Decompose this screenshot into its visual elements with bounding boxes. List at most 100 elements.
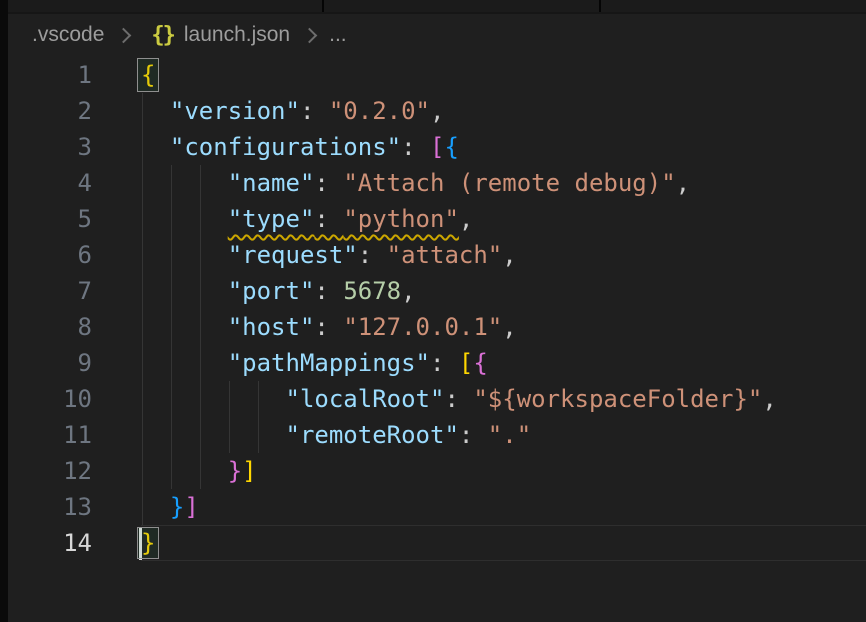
- line-content[interactable]: }]: [141, 489, 866, 525]
- line-number[interactable]: 14: [8, 525, 92, 561]
- line-number[interactable]: 12: [8, 453, 92, 489]
- line-number[interactable]: 9: [8, 345, 92, 381]
- line-content[interactable]: "type": "python",: [141, 201, 866, 237]
- line-content[interactable]: }]: [141, 453, 866, 489]
- line-content[interactable]: "localRoot": "${workspaceFolder}",: [141, 381, 866, 417]
- code-line-12[interactable]: 12 }]: [8, 453, 866, 489]
- code-token: ,: [459, 205, 473, 233]
- code-token: "port": [228, 277, 315, 305]
- code-token: [141, 349, 228, 377]
- json-file-icon[interactable]: {}: [151, 23, 174, 48]
- tab-separator: [322, 0, 324, 12]
- line-number[interactable]: 11: [8, 417, 92, 453]
- tab-strip[interactable]: [8, 0, 866, 14]
- breadcrumb-symbol-ellipsis[interactable]: ...: [329, 23, 347, 47]
- code-token: ,: [676, 169, 690, 197]
- code-token: :: [300, 97, 329, 125]
- code-line-2[interactable]: 2 "version": "0.2.0",: [8, 93, 866, 129]
- line-number[interactable]: 3: [8, 129, 92, 165]
- code-line-5[interactable]: 5 "type": "python",: [8, 201, 866, 237]
- code-token: [141, 97, 170, 125]
- line-number[interactable]: 5: [8, 201, 92, 237]
- code-token: [141, 385, 286, 413]
- code-token: "python": [343, 205, 459, 233]
- line-content[interactable]: "remoteRoot": ".": [141, 417, 866, 453]
- code-token: [141, 241, 228, 269]
- line-content[interactable]: "request": "attach",: [141, 237, 866, 273]
- code-token: "host": [228, 313, 315, 341]
- code-token: [: [430, 133, 444, 161]
- code-token: "type": [228, 205, 315, 233]
- code-token: [141, 169, 228, 197]
- code-token: "remoteRoot": [286, 421, 459, 449]
- line-content[interactable]: "host": "127.0.0.1",: [141, 309, 866, 345]
- code-token: [141, 277, 228, 305]
- code-token: ".": [488, 421, 531, 449]
- tab-separator: [599, 0, 601, 12]
- code-token: "127.0.0.1": [343, 313, 502, 341]
- code-token: :: [314, 169, 343, 197]
- code-token: }: [170, 493, 184, 521]
- line-number[interactable]: 8: [8, 309, 92, 345]
- code-token: [141, 205, 228, 233]
- code-line-3[interactable]: 3 "configurations": [{: [8, 129, 866, 165]
- code-line-13[interactable]: 13 }]: [8, 489, 866, 525]
- code-token: "configurations": [170, 133, 401, 161]
- code-token: "0.2.0": [329, 97, 430, 125]
- code-token: [141, 457, 228, 485]
- code-token: :: [314, 205, 343, 233]
- code-token: "request": [228, 241, 358, 269]
- code-line-11[interactable]: 11 "remoteRoot": ".": [8, 417, 866, 453]
- line-number[interactable]: 7: [8, 273, 92, 309]
- code-token: {: [473, 349, 487, 377]
- line-content[interactable]: "version": "0.2.0",: [141, 93, 866, 129]
- code-token: ,: [430, 97, 444, 125]
- code-token: "name": [228, 169, 315, 197]
- line-content[interactable]: "pathMappings": [{: [141, 345, 866, 381]
- line-number[interactable]: 1: [8, 57, 92, 93]
- code-token: [141, 313, 228, 341]
- code-token: {: [444, 133, 458, 161]
- breadcrumb-file[interactable]: launch.json: [184, 23, 290, 47]
- code-token: "version": [170, 97, 300, 125]
- code-token: ,: [502, 241, 516, 269]
- chevron-right-icon: [116, 27, 132, 43]
- code-token: "attach": [387, 241, 503, 269]
- code-line-4[interactable]: 4 "name": "Attach (remote debug)",: [8, 165, 866, 201]
- code-token: :: [314, 313, 343, 341]
- code-line-8[interactable]: 8 "host": "127.0.0.1",: [8, 309, 866, 345]
- code-token: ]: [184, 493, 198, 521]
- breadcrumb: .vscode {} launch.json...: [8, 16, 866, 54]
- line-content[interactable]: }: [141, 525, 866, 561]
- code-token: ]: [242, 457, 256, 485]
- code-token: "Attach (remote debug)": [343, 169, 675, 197]
- breadcrumb-folder[interactable]: .vscode: [32, 23, 104, 47]
- code-line-9[interactable]: 9 "pathMappings": [{: [8, 345, 866, 381]
- code-token: [141, 493, 170, 521]
- line-number[interactable]: 6: [8, 237, 92, 273]
- code-token: :: [430, 349, 459, 377]
- code-token: :: [444, 385, 473, 413]
- code-area[interactable]: 1{2 "version": "0.2.0",3 "configurations…: [8, 57, 866, 561]
- code-line-6[interactable]: 6 "request": "attach",: [8, 237, 866, 273]
- code-token: [141, 421, 286, 449]
- code-token: }: [228, 457, 242, 485]
- bracket-match-highlight: {: [141, 57, 155, 93]
- code-token: ,: [502, 313, 516, 341]
- code-token: ,: [762, 385, 776, 413]
- code-line-10[interactable]: 10 "localRoot": "${workspaceFolder}",: [8, 381, 866, 417]
- line-content[interactable]: "configurations": [{: [141, 129, 866, 165]
- line-number[interactable]: 10: [8, 381, 92, 417]
- code-token: :: [459, 421, 488, 449]
- line-content[interactable]: "port": 5678,: [141, 273, 866, 309]
- line-number[interactable]: 4: [8, 165, 92, 201]
- line-number[interactable]: 13: [8, 489, 92, 525]
- code-line-7[interactable]: 7 "port": 5678,: [8, 273, 866, 309]
- line-content[interactable]: {: [141, 57, 866, 93]
- editor-left-border: [0, 0, 8, 622]
- line-content[interactable]: "name": "Attach (remote debug)",: [141, 165, 866, 201]
- code-line-1[interactable]: 1{: [8, 57, 866, 93]
- line-number[interactable]: 2: [8, 93, 92, 129]
- code-line-14[interactable]: 14}: [8, 525, 866, 561]
- code-token: "${workspaceFolder}": [473, 385, 762, 413]
